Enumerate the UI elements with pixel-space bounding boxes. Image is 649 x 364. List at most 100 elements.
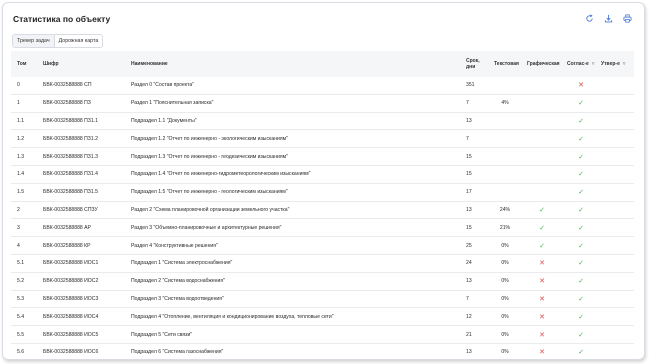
cell-confirm-status [599,308,619,325]
check-icon: ✓ [578,349,584,357]
cell-approval-status: ✓ [571,148,591,165]
cell-code: БВК-0032588888 ИОС5 [43,331,99,338]
col-utv[interactable]: Утвер-е ▿ [601,51,625,77]
tab-roadmap[interactable]: Дорожная карта [54,35,103,47]
table-row[interactable]: 5.2 БВК-0032588888 ИОС2 Подраздел 2 "Систе… [11,273,634,291]
col-sogl[interactable]: Соглас-е ▿ [567,51,594,77]
cell-graphic-status: ✕ [531,273,553,290]
check-icon: ✓ [539,224,545,232]
statistics-panel: Статистика по объекту Трекер задач Дорож… [2,2,645,360]
cell-graphic-status [531,130,553,147]
cell-tom: 1.1 [17,117,25,124]
cell-confirm-status [599,184,619,201]
col-days[interactable]: Срок, дни [466,51,486,77]
cell-confirm-status [599,202,619,219]
cell-name: Раздел 3 "Объемно-планировочные и архите… [131,224,282,231]
tab-task-tracker[interactable]: Трекер задач [13,35,55,47]
table-row[interactable]: 3 БВК-0032588888 АР Раздел 3 "Объемно-план… [11,219,634,238]
cell-name: Подраздел 1.4 "Отчет по инженерно-гидром… [131,171,311,178]
cell-text-progress: 24% [499,206,511,213]
cell-days: 13 [466,206,472,213]
cell-text-progress: 0% [501,313,509,320]
col-code[interactable]: Шифр [43,51,59,77]
table-row[interactable]: 1.3 БВК-0032588888 ПЗ1.3 Подраздел 1.3 "От… [11,148,634,166]
check-icon: ✓ [578,153,584,161]
cell-approval-status: ✓ [571,219,591,236]
cell-code: БВК-0032588888 ПЗ1.1 [43,117,98,124]
cross-icon: ✕ [539,278,545,286]
cell-days: 7 [466,295,469,302]
cell-text-progress: 0% [501,242,509,249]
cell-tom: 5.5 [17,331,25,338]
table-row[interactable]: 1 БВК-0032588888 ПЗ Раздел 1 "Пояснительна… [11,95,634,113]
cell-code: БВК-0032588888 ПЗ1.5 [43,189,98,196]
cell-name: Подраздел 3 "Система водоотведения" [131,295,224,302]
cell-graphic-status: ✕ [531,326,553,343]
col-graph[interactable]: Графическая [527,51,560,77]
check-icon: ✓ [578,171,584,179]
cell-tom: 1.4 [17,171,25,178]
cell-code: БВК-0032588888 ИОС6 [43,349,99,356]
table-row[interactable]: 0 БВК-0032588888 СП Раздел 0 "Состав проек… [11,77,634,95]
table-row[interactable]: 1.1 БВК-0032588888 ПЗ1.1 Подраздел 1.1 "До… [11,113,634,131]
cell-name: Подраздел 2 "Система водоснабжения" [131,278,225,285]
cell-graphic-status [531,148,553,165]
table-row[interactable]: 5.3 БВК-0032588888 ИОС3 Подраздел 3 "Систе… [11,291,634,309]
table-row[interactable]: 2 БВК-0032588888 СПЗУ Раздел 2 "Схема план… [11,202,634,220]
cell-days: 17 [466,189,472,196]
check-icon: ✓ [578,117,584,125]
table-row[interactable]: 5.6 БВК-0032588888 ИОС6 Подраздел 6 "Систе… [11,344,634,359]
cell-approval-status: ✓ [571,326,591,343]
table-row[interactable]: 5.1 БВК-0032588888 ИОС1 Подраздел 1 "Систе… [11,255,634,273]
download-icon[interactable] [604,14,613,23]
cell-approval-status: ✓ [571,291,591,308]
cell-graphic-status: ✓ [531,219,553,236]
table-row[interactable]: 1.4 БВК-0032588888 ПЗ1.4 Подраздел 1.4 "От… [11,166,634,184]
cell-tom: 1 [17,100,20,107]
cell-confirm-status [599,255,619,272]
cell-tom: 1.5 [17,189,25,196]
cell-approval-status: ✓ [571,344,591,359]
cell-approval-status: ✓ [571,237,591,254]
cell-approval-status: ✓ [571,166,591,183]
cell-text-progress: 0% [501,349,509,356]
sections-table: Том Шифр Наименование Срок, дни Текстова… [11,51,634,359]
cell-confirm-status [599,148,619,165]
cell-code: БВК-0032588888 ИОС2 [43,278,99,285]
cell-graphic-status [531,95,553,112]
cell-approval-status: ✓ [571,308,591,325]
cell-text-progress: 4% [501,100,509,107]
cell-text-progress: 0% [501,260,509,267]
cell-graphic-status: ✕ [531,344,553,359]
cell-confirm-status [599,95,619,112]
filter-icon[interactable]: ▿ [592,61,595,67]
cell-tom: 4 [17,242,20,249]
table-row[interactable]: 4 БВК-0032588888 КР Раздел 4 "Конструктивн… [11,237,634,255]
cell-days: 24 [466,260,472,267]
cell-days: 13 [466,278,472,285]
refresh-icon[interactable] [585,14,594,23]
print-icon[interactable] [623,14,632,23]
cell-days: 12 [466,313,472,320]
col-tom[interactable]: Том [17,51,26,77]
cell-text-progress: 0% [501,278,509,285]
cell-approval-status: ✓ [571,273,591,290]
col-name[interactable]: Наименование [131,51,168,77]
filter-icon[interactable]: ▿ [623,61,626,67]
table-row[interactable]: 1.5 БВК-0032588888 ПЗ1.5 Подраздел 1.5 "От… [11,184,634,202]
cell-text-progress: 0% [501,295,509,302]
cell-confirm-status [599,237,619,254]
cell-code: БВК-0032588888 КР [43,242,91,249]
cell-name: Подраздел 1.5 "Отчет по инженерно - геол… [131,189,288,196]
col-text[interactable]: Текстовая [494,51,519,77]
table-row[interactable]: 5.4 БВК-0032588888 ИОС4 Подраздел 4 "Отопл… [11,308,634,327]
check-icon: ✓ [578,295,584,303]
cell-text-progress [494,148,516,165]
col-utv-label: Утвер-е [601,61,620,67]
cell-text-progress: 0% [501,331,509,338]
cell-confirm-status [599,113,619,130]
table-row[interactable]: 1.2 БВК-0032588888 ПЗ1.2 Подраздел 1.2 "От… [11,130,634,149]
cell-name: Раздел 0 "Состав проекта" [131,82,195,89]
table-row[interactable]: 5.5 БВК-0032588888 ИОС5 Подраздел 5 "Сети … [11,326,634,344]
cell-code: БВК-0032588888 ПЗ1.3 [43,153,98,160]
